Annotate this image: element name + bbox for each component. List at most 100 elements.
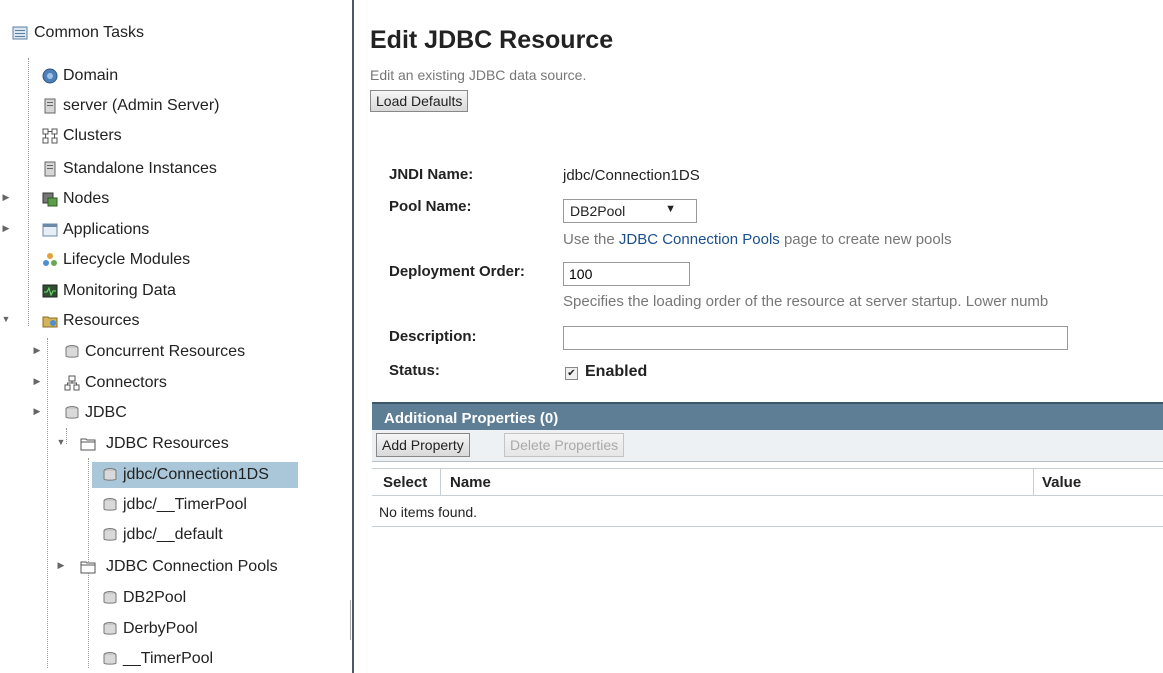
tree-item-label: Monitoring Data (63, 282, 176, 299)
status-label: Status: (389, 362, 440, 379)
tree-item-derbypool[interactable]: DerbyPool (102, 616, 198, 642)
description-label: Description: (389, 328, 477, 345)
tree-item-jdbc-connection-pools[interactable]: JDBC Connection Pools (80, 554, 278, 580)
common-tasks-icon (12, 26, 28, 40)
tree-item-jdbc[interactable]: JDBC (64, 400, 127, 426)
additional-properties-header: Additional Properties (0) (372, 402, 1163, 430)
expand-arrow-icon[interactable]: ▶ (1, 223, 11, 234)
database-icon (103, 498, 117, 511)
jdbc-connection-pools-link[interactable]: JDBC Connection Pools (619, 231, 780, 248)
add-property-button[interactable]: Add Property (376, 433, 470, 457)
database-icon (103, 622, 117, 635)
tree-item-label: Applications (63, 221, 150, 238)
column-select[interactable]: Select (383, 474, 427, 491)
tree-item-server[interactable]: server (Admin Server) (42, 93, 219, 119)
tree-item-db2pool[interactable]: DB2Pool (102, 585, 186, 611)
resources-icon (42, 316, 58, 328)
tree-item-clusters[interactable]: Clusters (42, 123, 122, 149)
tree-item-lifecycle-modules[interactable]: Lifecycle Modules (42, 247, 190, 273)
tree-item-label: jdbc/__default (123, 526, 223, 543)
tree-item-monitoring-data[interactable]: Monitoring Data (42, 278, 176, 304)
database-icon (103, 528, 117, 541)
delete-properties-button[interactable]: Delete Properties (504, 433, 625, 457)
monitoring-icon (42, 284, 58, 298)
database-icon (103, 652, 117, 665)
tree-item-resources[interactable]: Resources (42, 308, 139, 334)
tree-item-label: Clusters (63, 127, 122, 144)
collapse-arrow-icon[interactable]: ▼ (56, 437, 66, 447)
page-title: Edit JDBC Resource (370, 26, 614, 54)
collapse-arrow-icon[interactable]: ▼ (1, 314, 11, 324)
tree-item-label: __TimerPool (123, 650, 214, 667)
database-icon (103, 591, 117, 604)
page-subtitle: Edit an existing JDBC data source. (370, 67, 587, 83)
expand-arrow-icon[interactable]: ▶ (32, 406, 42, 417)
tree-item-domain[interactable]: Domain (42, 63, 118, 89)
tree-item-nodes[interactable]: Nodes (42, 186, 109, 212)
pool-help-text-end: page to create new pools (779, 231, 952, 248)
load-defaults-button[interactable]: Load Defaults (370, 90, 469, 112)
tree-item-label: DerbyPool (123, 620, 198, 637)
tree-item-label: Lifecycle Modules (63, 251, 191, 268)
pool-name-select[interactable]: DB2Pool ▼ (563, 199, 697, 223)
globe-icon (42, 68, 58, 84)
navigation-tree: Common Tasks Domain server (Admin Server… (0, 0, 354, 673)
tree-item-label: Standalone Instances (63, 160, 217, 177)
description-input[interactable] (563, 326, 1068, 350)
server-icon (44, 98, 56, 114)
tree-item-label: JDBC Connection Pools (106, 558, 278, 575)
tree-item-timerpool[interactable]: __TimerPool (102, 646, 213, 672)
table-column-header: Select Name Value (372, 468, 1163, 496)
tree-item-label: Domain (63, 67, 119, 84)
tree-item-standalone-instances[interactable]: Standalone Instances (42, 156, 217, 182)
folder-icon (80, 438, 96, 451)
database-icon (65, 345, 79, 358)
pool-name-help: Use the JDBC Connection Pools page to cr… (563, 231, 952, 248)
tree-item-connectors[interactable]: Connectors (64, 370, 167, 396)
clusters-icon (42, 128, 58, 144)
tree-item-label: Nodes (63, 190, 110, 207)
pane-splitter[interactable] (350, 600, 352, 640)
tree-item-label: Concurrent Resources (85, 343, 246, 360)
database-icon (103, 468, 117, 481)
common-tasks-link[interactable]: Common Tasks (12, 22, 144, 44)
column-name[interactable]: Name (450, 474, 491, 491)
jndi-name-value: jdbc/Connection1DS (563, 167, 700, 184)
tree-item-concurrent-resources[interactable]: Concurrent Resources (64, 339, 245, 365)
tree-item-applications[interactable]: Applications (42, 217, 149, 243)
status-enabled-checkbox[interactable]: ✔ (565, 367, 578, 380)
tree-item-label: Connectors (85, 374, 167, 391)
expand-arrow-icon[interactable]: ▶ (56, 560, 66, 571)
expand-arrow-icon[interactable]: ▶ (1, 192, 11, 203)
tree-item-label: Resources (63, 312, 140, 329)
tree-item-jdbc-timerpool[interactable]: jdbc/__TimerPool (102, 492, 247, 518)
status-enabled-label: Enabled (585, 363, 648, 380)
applications-icon (42, 223, 58, 237)
expand-arrow-icon[interactable]: ▶ (32, 376, 42, 387)
tree-item-label: JDBC (85, 404, 127, 421)
tree-item-label: JDBC Resources (106, 435, 229, 452)
common-tasks-label: Common Tasks (34, 24, 144, 41)
tree-item-jdbc-default[interactable]: jdbc/__default (102, 522, 223, 548)
server-icon (44, 161, 56, 177)
folder-icon (80, 561, 96, 574)
jndi-name-label: JNDI Name: (389, 166, 474, 183)
tree-item-label: jdbc/Connection1DS (123, 466, 269, 483)
main-content: Edit JDBC Resource Edit an existing JDBC… (370, 0, 1163, 673)
database-icon (65, 406, 79, 419)
tree-item-label: server (Admin Server) (63, 97, 220, 114)
deployment-order-help: Specifies the loading order of the resou… (563, 293, 1049, 310)
pool-name-selected: DB2Pool (570, 203, 626, 219)
tree-item-label: jdbc/__TimerPool (123, 496, 247, 513)
deployment-order-label: Deployment Order: (389, 263, 525, 280)
chevron-down-icon: ▼ (665, 203, 676, 215)
column-value[interactable]: Value (1042, 474, 1081, 491)
expand-arrow-icon[interactable]: ▶ (32, 345, 42, 356)
connectors-icon (64, 375, 80, 391)
tree-item-label: DB2Pool (123, 589, 187, 606)
pool-name-label: Pool Name: (389, 198, 472, 215)
deployment-order-input[interactable] (563, 262, 690, 286)
table-toolbar: Add Property Delete Properties (372, 430, 1163, 462)
tree-item-jdbc-resources[interactable]: JDBC Resources (80, 431, 229, 457)
tree-item-jdbc-connection1ds[interactable]: jdbc/Connection1DS (92, 462, 298, 488)
